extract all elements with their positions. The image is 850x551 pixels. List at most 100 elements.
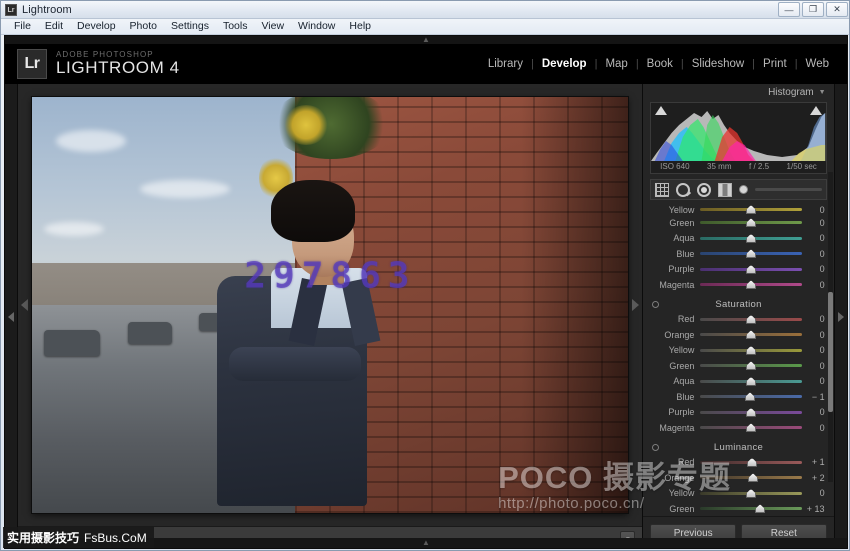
slider-knob[interactable]: [746, 205, 756, 214]
slider-track[interactable]: [700, 407, 801, 418]
identity-plate[interactable]: Lr ADOBE PHOTOSHOP LIGHTROOM 4: [17, 49, 180, 79]
slider-track[interactable]: [700, 503, 801, 514]
slider-knob[interactable]: [746, 234, 756, 243]
module-print[interactable]: Print: [755, 58, 795, 70]
slider-row[interactable]: Green+ 13: [648, 501, 828, 516]
crop-overlay-icon[interactable]: [655, 183, 669, 197]
slider-track[interactable]: [700, 376, 801, 387]
menu-file[interactable]: File: [7, 19, 38, 34]
left-panel-collapse[interactable]: [5, 84, 18, 549]
slider-track[interactable]: [700, 360, 801, 371]
menu-develop[interactable]: Develop: [70, 19, 123, 34]
photo-preview[interactable]: 297863: [32, 97, 628, 513]
menu-tools[interactable]: Tools: [216, 19, 255, 34]
slider-value[interactable]: 0: [802, 205, 829, 215]
target-adjust-icon[interactable]: [652, 301, 659, 308]
slider-knob[interactable]: [747, 458, 757, 467]
slider-value[interactable]: 0: [802, 488, 829, 498]
slider-track[interactable]: [700, 345, 801, 356]
slider-knob[interactable]: [746, 423, 756, 432]
slider-value[interactable]: 0: [802, 218, 829, 228]
slider-knob[interactable]: [746, 218, 756, 227]
slider-knob[interactable]: [755, 504, 765, 513]
slider-row[interactable]: Aqua0: [648, 231, 828, 247]
slider-value[interactable]: − 1: [802, 392, 829, 402]
slider-value[interactable]: 0: [802, 314, 829, 324]
section-header-saturation[interactable]: Saturation: [648, 297, 828, 312]
slider-track[interactable]: [700, 472, 801, 483]
slider-knob[interactable]: [746, 249, 756, 258]
slider-row[interactable]: Yellow0: [648, 486, 828, 502]
graduated-filter-icon[interactable]: [718, 183, 732, 197]
slider-row[interactable]: Purple0: [648, 262, 828, 278]
slider-knob[interactable]: [746, 377, 756, 386]
histogram-panel-header[interactable]: Histogram ▼: [643, 84, 833, 100]
menu-settings[interactable]: Settings: [164, 19, 216, 34]
slider-row[interactable]: Yellow0: [648, 343, 828, 359]
section-header-luminance[interactable]: Luminance: [648, 440, 828, 455]
slider-track[interactable]: [700, 314, 801, 325]
slider-row[interactable]: Yellow0: [648, 204, 828, 215]
menu-photo[interactable]: Photo: [123, 19, 164, 34]
module-develop[interactable]: Develop: [534, 58, 595, 70]
slider-knob[interactable]: [746, 361, 756, 370]
slider-track[interactable]: [700, 217, 801, 228]
slider-value[interactable]: + 2: [802, 473, 829, 483]
target-adjust-icon[interactable]: [652, 444, 659, 451]
brush-size-slider[interactable]: [755, 188, 821, 191]
slider-knob[interactable]: [746, 489, 756, 498]
slider-value[interactable]: 0: [802, 280, 829, 290]
menu-window[interactable]: Window: [291, 19, 342, 34]
minimize-button[interactable]: —: [778, 2, 800, 17]
spot-removal-icon[interactable]: [676, 183, 690, 197]
slider-row[interactable]: Magenta0: [648, 277, 828, 293]
top-panel-collapse-bar[interactable]: ▲: [5, 36, 847, 44]
slider-track[interactable]: [700, 391, 801, 402]
slider-value[interactable]: 0: [802, 423, 829, 433]
slider-knob[interactable]: [746, 346, 756, 355]
slider-value[interactable]: 0: [802, 249, 829, 259]
slider-row[interactable]: Magenta0: [648, 420, 828, 436]
maximize-button[interactable]: ❐: [802, 2, 824, 17]
slider-value[interactable]: 0: [802, 361, 829, 371]
slider-track[interactable]: [700, 264, 801, 275]
menu-help[interactable]: Help: [342, 19, 378, 34]
slider-track[interactable]: [700, 422, 801, 433]
slider-track[interactable]: [700, 488, 801, 499]
slider-row[interactable]: Orange0: [648, 327, 828, 343]
slider-value[interactable]: + 1: [802, 457, 829, 467]
previous-photo-arrow[interactable]: [21, 299, 28, 311]
slider-value[interactable]: 0: [802, 264, 829, 274]
slider-knob[interactable]: [746, 265, 756, 274]
right-panel-collapse[interactable]: [834, 84, 847, 549]
slider-row[interactable]: Blue0: [648, 246, 828, 262]
slider-track[interactable]: [700, 248, 801, 259]
slider-row[interactable]: Green0: [648, 215, 828, 231]
chevron-down-icon[interactable]: ▼: [819, 89, 826, 96]
slider-knob[interactable]: [746, 315, 756, 324]
slider-track[interactable]: [700, 279, 801, 290]
slider-value[interactable]: 0: [802, 330, 829, 340]
right-panel-scrollbar[interactable]: [828, 172, 833, 482]
slider-row[interactable]: Green0: [648, 358, 828, 374]
next-photo-arrow[interactable]: [632, 299, 639, 311]
slider-value[interactable]: 0: [802, 233, 829, 243]
module-library[interactable]: Library: [480, 58, 531, 70]
close-button[interactable]: ✕: [826, 2, 848, 17]
slider-value[interactable]: 0: [802, 345, 829, 355]
histogram[interactable]: ISO 640 35 mm f / 2.5 1/50 sec: [650, 102, 826, 174]
module-map[interactable]: Map: [597, 58, 635, 70]
adjustment-brush-icon[interactable]: [739, 185, 748, 194]
slider-knob[interactable]: [745, 392, 755, 401]
slider-value[interactable]: + 13: [802, 504, 829, 514]
slider-track[interactable]: [700, 204, 801, 215]
slider-value[interactable]: 0: [802, 407, 829, 417]
slider-track[interactable]: [700, 329, 801, 340]
slider-row[interactable]: Orange+ 2: [648, 470, 828, 486]
menu-edit[interactable]: Edit: [38, 19, 70, 34]
module-slideshow[interactable]: Slideshow: [684, 58, 752, 70]
slider-row[interactable]: Blue− 1: [648, 389, 828, 405]
slider-track[interactable]: [700, 233, 801, 244]
module-web[interactable]: Web: [798, 58, 837, 70]
slider-knob[interactable]: [746, 408, 756, 417]
